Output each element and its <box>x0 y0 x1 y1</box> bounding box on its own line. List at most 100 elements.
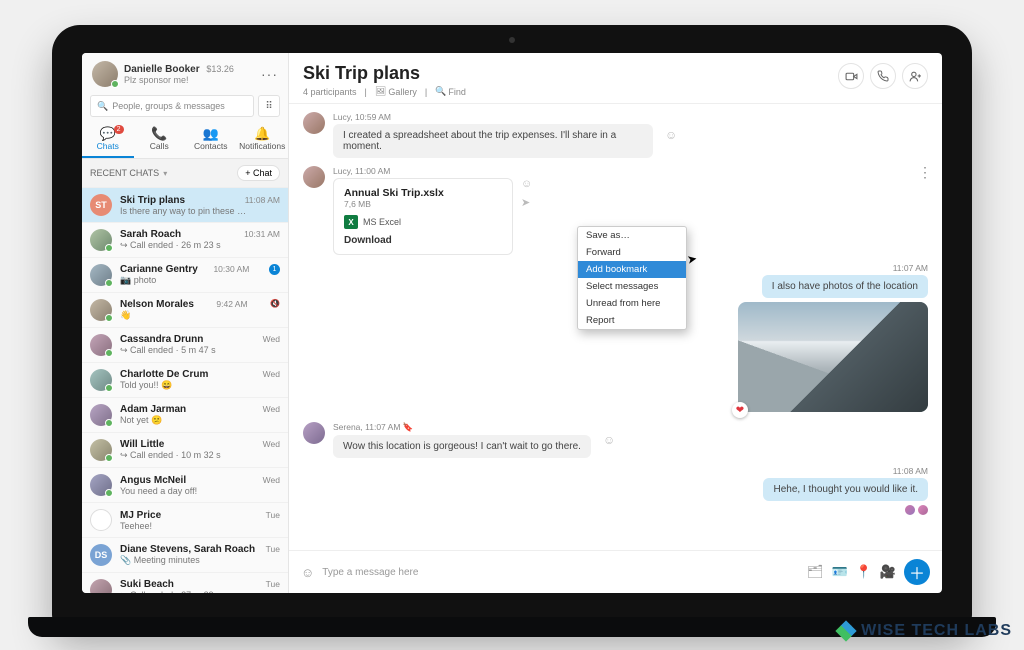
tab-chats[interactable]: 💬2 Chats <box>82 123 134 158</box>
gallery-label: Gallery <box>388 87 417 97</box>
tab-notifications[interactable]: 🔔 Notifications <box>237 123 289 158</box>
context-menu-item[interactable]: Save as… <box>578 227 686 244</box>
bell-icon: 🔔 <box>237 127 289 141</box>
chat-list-item[interactable]: Will LittleWed↪ Call ended · 10 m 32 s <box>82 433 288 468</box>
message-text[interactable]: Hehe, I thought you would like it. <box>763 478 928 501</box>
chat-time: Wed <box>263 334 280 345</box>
react-icon[interactable]: ☺ <box>603 433 615 447</box>
composer-input[interactable]: Type a message here <box>322 567 799 578</box>
laptop-camera <box>509 37 515 43</box>
context-menu-item[interactable]: Select messages <box>578 278 686 295</box>
conversation-pane: Ski Trip plans 4 participants | 🖼 Galler… <box>289 53 942 593</box>
context-menu-item[interactable]: Forward <box>578 244 686 261</box>
chat-list-item[interactable]: Angus McNeilWedYou need a day off! <box>82 468 288 503</box>
tab-contacts[interactable]: 👥 Contacts <box>185 123 237 158</box>
sender-avatar[interactable] <box>303 166 325 188</box>
conversation-header: Ski Trip plans 4 participants | 🖼 Galler… <box>289 53 942 104</box>
chat-avatar <box>90 579 112 593</box>
video-call-button[interactable] <box>838 63 864 89</box>
sender-avatar[interactable] <box>303 422 325 444</box>
watermark-logo-icon <box>837 622 855 640</box>
sender-avatar[interactable] <box>303 112 325 134</box>
tab-label: Notifications <box>239 141 285 151</box>
chat-list-item[interactable]: DSDiane Stevens, Sarah RoachTue📎 Meeting… <box>82 538 288 573</box>
file-size: 7,6 MB <box>344 199 502 209</box>
image-attachment[interactable] <box>738 302 928 412</box>
contact-card-button[interactable]: 🪪 <box>831 564 847 580</box>
tab-label: Chats <box>97 141 119 151</box>
chat-name: MJ Price <box>120 510 161 521</box>
chat-preview: Is there any way to pin these … <box>120 206 280 216</box>
chat-name: Sarah Roach <box>120 229 181 240</box>
chat-time: 10:30 AM <box>213 264 249 275</box>
chat-name: Carianne Gentry <box>120 264 198 275</box>
message-text[interactable]: I created a spreadsheet about the trip e… <box>333 124 653 158</box>
tab-calls[interactable]: 📞 Calls <box>134 123 186 158</box>
react-icon[interactable]: ☺ <box>665 128 677 142</box>
chat-time: Tue <box>266 579 280 590</box>
chat-list-item[interactable]: Adam JarmanWedNot yet 😕 <box>82 398 288 433</box>
chat-list-item[interactable]: MJ PriceTueTeehee! <box>82 503 288 538</box>
context-menu-item[interactable]: Report <box>578 312 686 329</box>
chat-avatar <box>90 334 112 356</box>
tab-label: Calls <box>150 141 169 151</box>
heart-reaction-icon[interactable]: ❤ <box>732 402 748 418</box>
search-input[interactable]: 🔍 People, groups & messages <box>90 95 254 117</box>
participants-count[interactable]: 4 participants <box>303 86 357 97</box>
chat-list-item[interactable]: Carianne Gentry10:30 AM1📷 photo <box>82 258 288 293</box>
chat-preview: Told you!! 😄 <box>120 380 280 391</box>
muted-icon: 🔇 <box>270 299 280 310</box>
chat-list-item[interactable]: Sarah Roach10:31 AM↪ Call ended · 26 m 2… <box>82 223 288 258</box>
chat-list-item[interactable]: Suki BeachTue↪ Call ended · 27 m 29 s <box>82 573 288 593</box>
add-participant-button[interactable] <box>902 63 928 89</box>
chat-preview: 📎 Meeting minutes <box>120 555 280 566</box>
more-actions-button[interactable]: ＋ <box>904 559 930 585</box>
chat-name: Nelson Morales <box>120 299 194 310</box>
chat-time: 9:42 AM <box>216 299 247 310</box>
chats-badge: 2 <box>114 125 124 134</box>
audio-call-button[interactable] <box>870 63 896 89</box>
forward-icon[interactable]: ➤ <box>521 196 532 209</box>
phone-icon: 📞 <box>134 127 186 141</box>
attach-file-button[interactable]: 🗂 <box>807 564 824 580</box>
watermark-text: WISE TECH LABS <box>861 622 1012 640</box>
me-balance: $13.26 <box>206 64 234 74</box>
location-button[interactable]: 📍 <box>856 564 872 580</box>
me-mood[interactable]: Plz sponsor me! <box>124 75 234 85</box>
seen-indicators <box>905 505 928 515</box>
file-attachment[interactable]: Annual Ski Trip.xslx 7,6 MB XMS Excel Do… <box>333 178 513 255</box>
context-menu: Save as…ForwardAdd bookmarkSelect messag… <box>577 226 687 330</box>
chat-avatar: ST <box>90 194 112 216</box>
chevron-down-icon[interactable]: ▾ <box>163 169 167 178</box>
find-link[interactable]: 🔍 Find <box>435 86 466 97</box>
gallery-link[interactable]: 🖼 Gallery <box>375 86 417 97</box>
chat-time: Wed <box>263 369 280 380</box>
chat-time: Wed <box>263 439 280 450</box>
emoji-button[interactable]: ☺ <box>301 565 314 580</box>
chat-preview: 👋 <box>120 310 280 321</box>
download-button[interactable]: Download <box>344 235 502 246</box>
chat-preview: ↪ Call ended · 27 m 29 s <box>120 590 280 593</box>
chat-list: STSki Trip plans11:08 AMIs there any way… <box>82 188 288 593</box>
new-chat-button[interactable]: + Chat <box>237 165 280 181</box>
more-menu-button[interactable]: ··· <box>261 66 278 82</box>
message-meta: Lucy, 11:00 AM <box>333 166 532 176</box>
me-avatar[interactable] <box>92 61 118 87</box>
message-more-button[interactable]: ⋮ <box>918 164 932 181</box>
react-icon[interactable]: ☺ <box>521 178 532 190</box>
chat-avatar <box>90 474 112 496</box>
chat-list-item[interactable]: Cassandra DrunnWed↪ Call ended · 5 m 47 … <box>82 328 288 363</box>
chat-list-item[interactable]: STSki Trip plans11:08 AMIs there any way… <box>82 188 288 223</box>
add-user-icon <box>909 70 922 83</box>
context-menu-item[interactable]: Add bookmark <box>578 261 686 278</box>
chat-list-item[interactable]: Charlotte De CrumWedTold you!! 😄 <box>82 363 288 398</box>
conversation-title: Ski Trip plans <box>303 63 466 84</box>
dialpad-button[interactable]: ⠿ <box>258 95 280 117</box>
chat-avatar <box>90 509 112 531</box>
schedule-call-button[interactable]: 🎥 <box>880 564 896 580</box>
message-text[interactable]: I also have photos of the location <box>762 275 928 298</box>
chat-time: 10:31 AM <box>244 229 280 240</box>
message-text[interactable]: Wow this location is gorgeous! I can't w… <box>333 435 591 458</box>
chat-list-item[interactable]: Nelson Morales 9:42 AM 🔇👋 <box>82 293 288 328</box>
context-menu-item[interactable]: Unread from here <box>578 295 686 312</box>
